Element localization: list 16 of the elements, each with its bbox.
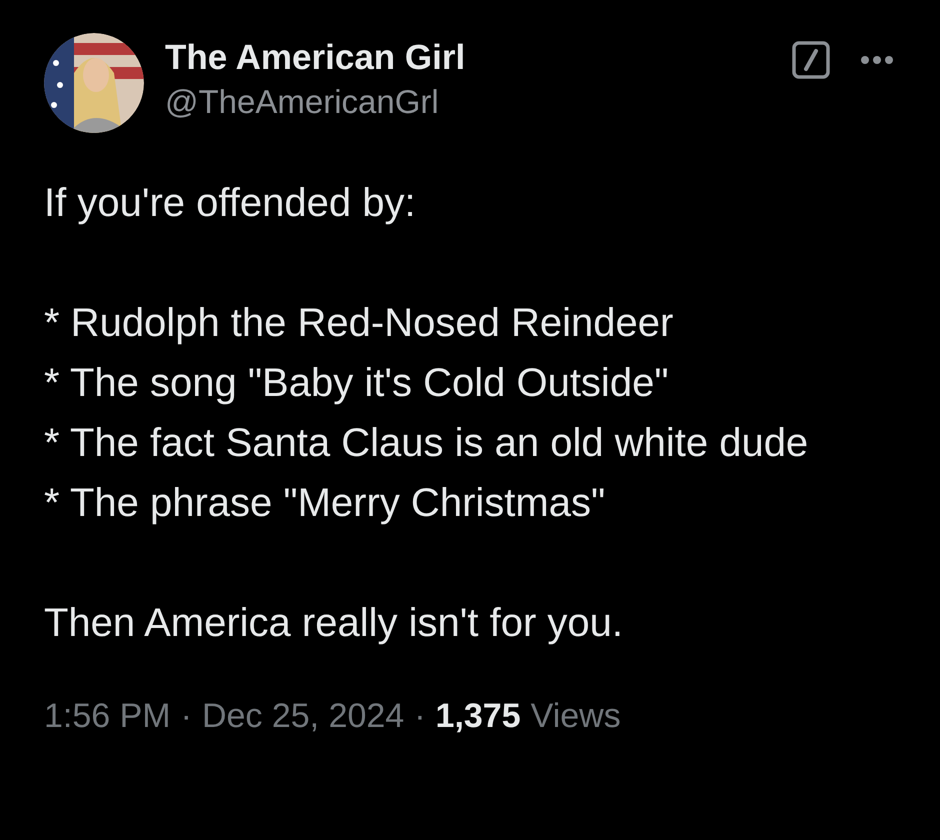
author-name[interactable]: The American Girl [165, 36, 466, 80]
list-item: * The fact Santa Claus is an old white dude [44, 420, 810, 467]
list-item: * Rudolph the Red-Nosed Reindeer [44, 300, 674, 347]
slash-square-icon[interactable] [792, 41, 830, 79]
post-time[interactable]: 1:56 PM [44, 691, 171, 742]
list-item: * The phrase "Merry Christmas" [44, 480, 606, 527]
tweet-text: Then America really isn't for you. [44, 600, 624, 647]
separator: · [414, 696, 426, 737]
separator: · [180, 696, 192, 737]
tweet-text: If you're offended by: [44, 180, 417, 227]
views-count: 1,375 [436, 696, 521, 737]
views-label: Views [530, 696, 621, 737]
author-handle[interactable]: @TheAmericanGrl [165, 80, 466, 124]
list-item: * The song "Baby it's Cold Outside" [44, 360, 670, 407]
more-icon[interactable] [860, 55, 894, 65]
post-date[interactable]: Dec 25, 2024 [202, 691, 404, 742]
